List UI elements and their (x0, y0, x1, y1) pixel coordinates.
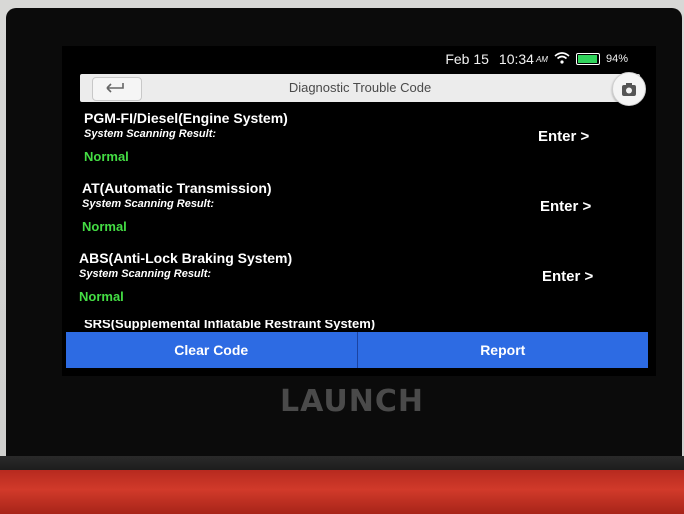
report-button[interactable]: Report (358, 332, 649, 368)
battery-percent: 94% (605, 53, 628, 65)
system-subtitle: System Scanning Result: (79, 268, 212, 280)
status-right: Feb 15 10:34 AM 94% (445, 51, 628, 67)
battery-icon (575, 53, 600, 65)
screen: Feb 15 10:34 AM 94% Diagnostic Trouble C… (62, 46, 656, 376)
status-time: 10:34 (498, 51, 534, 67)
wifi-icon (554, 51, 570, 67)
system-result: Normal (79, 289, 124, 304)
system-result: Normal (82, 219, 127, 234)
system-subtitle: System Scanning Result: (82, 198, 215, 210)
rubber-case (0, 470, 684, 514)
system-result: Normal (84, 149, 129, 164)
screenshot-button[interactable] (612, 72, 646, 106)
page-title: Diagnostic Trouble Code (288, 80, 432, 95)
title-bar: Diagnostic Trouble Code (80, 72, 646, 106)
enter-button[interactable]: Enter > (542, 268, 593, 285)
back-icon (106, 83, 124, 93)
back-button[interactable] (92, 77, 142, 101)
system-name: PGM-FI/Diesel(Engine System) (84, 110, 288, 126)
system-name-partial: SRS(Supplemental Inflatable Restraint Sy… (84, 320, 414, 330)
status-date: Feb 15 (445, 51, 489, 67)
battery-fill (577, 55, 597, 63)
clear-code-button[interactable]: Clear Code (66, 332, 357, 368)
system-item: PGM-FI/Diesel(Engine System) System Scan… (84, 110, 288, 164)
camera-icon (622, 83, 636, 96)
system-item: AT(Automatic Transmission) System Scanni… (82, 180, 272, 234)
enter-button[interactable]: Enter > (540, 198, 591, 215)
system-item: ABS(Anti-Lock Braking System) System Sca… (79, 250, 292, 304)
system-name: SRS(Supplemental Inflatable Restraint Sy… (84, 320, 376, 330)
brand-logo: LAUNCH (280, 384, 425, 419)
status-bar: Feb 15 10:34 AM 94% (62, 46, 656, 72)
system-name: AT(Automatic Transmission) (82, 180, 272, 196)
status-ampm: AM (535, 54, 548, 64)
system-subtitle: System Scanning Result: (84, 128, 217, 140)
action-bar: Clear Code Report (66, 332, 648, 368)
enter-button[interactable]: Enter > (538, 128, 589, 145)
system-name: ABS(Anti-Lock Braking System) (79, 250, 293, 266)
